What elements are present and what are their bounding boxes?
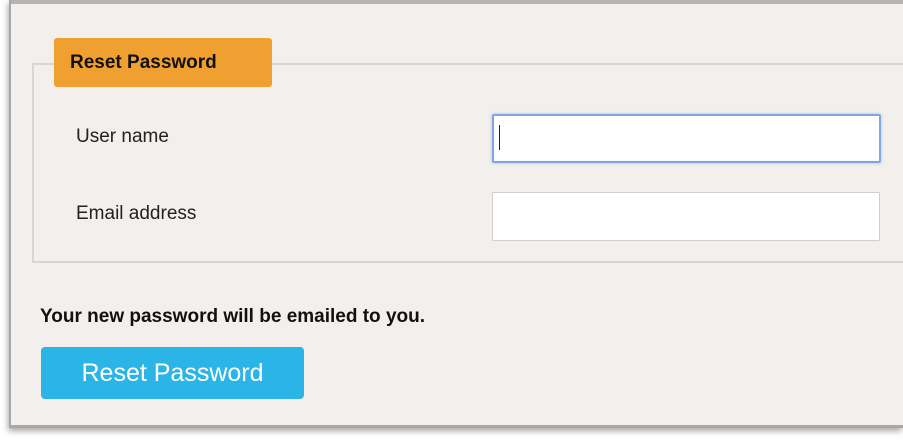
text-caret	[499, 125, 500, 150]
username-label: User name	[76, 126, 169, 147]
reset-password-button[interactable]: Reset Password	[41, 347, 304, 399]
email-input[interactable]	[492, 192, 880, 241]
email-label: Email address	[76, 203, 197, 224]
fieldset-legend: Reset Password	[54, 38, 272, 87]
panel-top-border	[11, 0, 903, 4]
username-input[interactable]	[492, 114, 881, 163]
info-message: Your new password will be emailed to you…	[40, 306, 426, 327]
